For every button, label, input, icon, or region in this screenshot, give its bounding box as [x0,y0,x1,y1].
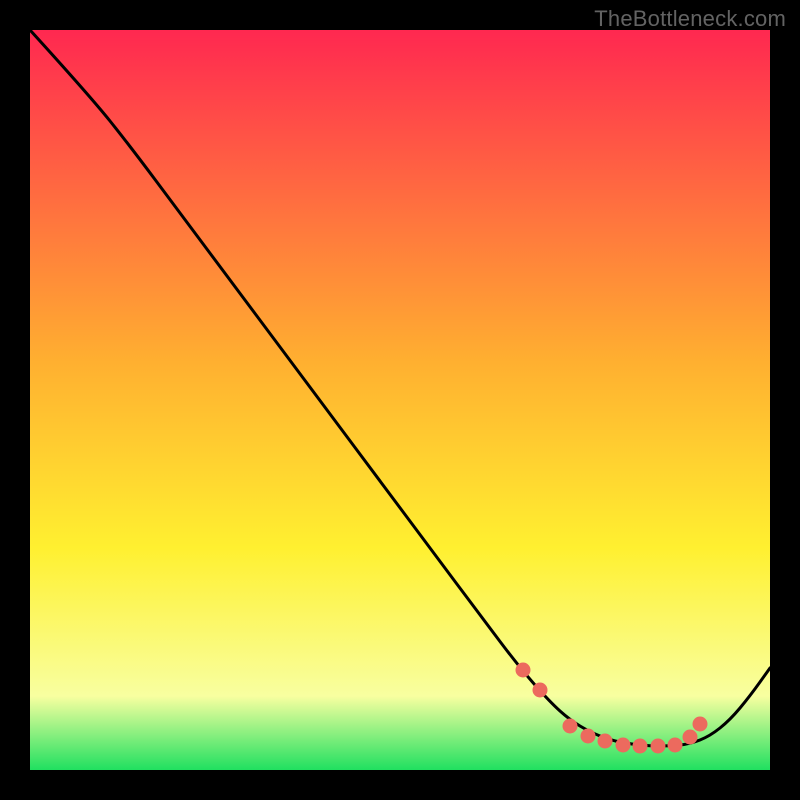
curve-marker [563,719,578,734]
gradient-bg [30,30,770,770]
curve-marker [693,717,708,732]
chart-frame: TheBottleneck.com [0,0,800,800]
curve-marker [668,738,683,753]
curve-marker [616,738,631,753]
plot-svg [30,30,770,770]
plot-area [30,30,770,770]
curve-marker [516,663,531,678]
curve-marker [683,730,698,745]
curve-marker [533,683,548,698]
curve-marker [633,739,648,754]
watermark-text: TheBottleneck.com [594,6,786,32]
curve-marker [581,729,596,744]
curve-marker [651,739,666,754]
curve-marker [598,734,613,749]
